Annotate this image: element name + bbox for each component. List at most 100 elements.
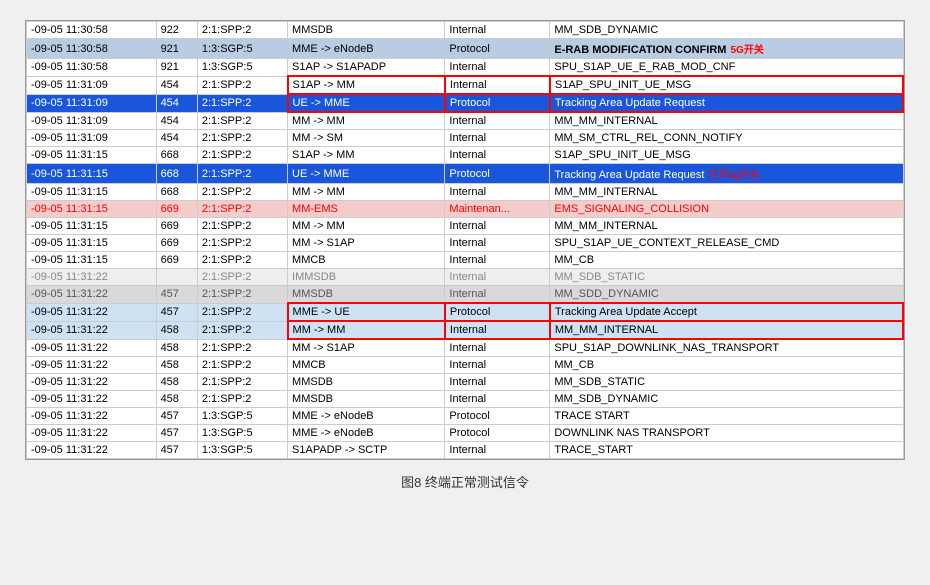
cell-4: Internal [445, 218, 550, 235]
cell-5: TRACE_START [550, 442, 903, 459]
cell-4: Internal [445, 184, 550, 201]
cell-5: MM_CB [550, 357, 903, 374]
table-row[interactable]: -09-05 11:31:094542:1:SPP:2MM -> MMInter… [27, 112, 904, 130]
cell-3: IMMSDB [288, 269, 445, 286]
cell-1: 921 [156, 39, 197, 59]
cell-4: Protocol [445, 303, 550, 321]
cell-5: Tracking Area Update Request打开5g开关 [550, 164, 903, 184]
table-row[interactable]: -09-05 11:31:224572:1:SPP:2MME -> UEProt… [27, 303, 904, 321]
cell-2: 2:1:SPP:2 [197, 184, 287, 201]
table-row[interactable]: -09-05 11:30:589211:3:SGP:5S1AP -> S1APA… [27, 59, 904, 77]
cell-0: -09-05 11:31:22 [27, 408, 157, 425]
cell-1: 921 [156, 59, 197, 77]
cell-1: 457 [156, 425, 197, 442]
cell-5: MM_SDB_DYNAMIC [550, 22, 903, 39]
table-row[interactable]: -09-05 11:31:156692:1:SPP:2MM-EMSMainten… [27, 201, 904, 218]
table-row[interactable]: -09-05 11:31:224582:1:SPP:2MMCBInternalM… [27, 357, 904, 374]
cell-3: MMCB [288, 357, 445, 374]
cell-5: E-RAB MODIFICATION CONFIRM5G开关 [550, 39, 903, 59]
cell-2: 2:1:SPP:2 [197, 286, 287, 304]
cell-1: 669 [156, 235, 197, 252]
cell-2: 1:3:SGP:5 [197, 442, 287, 459]
table-row[interactable]: -09-05 11:31:156682:1:SPP:2S1AP -> MMInt… [27, 147, 904, 164]
cell-3: MMSDB [288, 22, 445, 39]
table-row[interactable]: -09-05 11:31:156692:1:SPP:2MM -> MMInter… [27, 218, 904, 235]
cell-2: 2:1:SPP:2 [197, 357, 287, 374]
cell-1: 668 [156, 184, 197, 201]
cell-3: MM -> S1AP [288, 339, 445, 357]
cell-2: 1:3:SGP:5 [197, 408, 287, 425]
cell-4: Internal [445, 112, 550, 130]
cell-5: MM_MM_INTERNAL [550, 321, 903, 339]
cell-2: 2:1:SPP:2 [197, 94, 287, 112]
table-row[interactable]: -09-05 11:31:224572:1:SPP:2MMSDBInternal… [27, 286, 904, 304]
cell-3: MM -> S1AP [288, 235, 445, 252]
cell-1: 454 [156, 76, 197, 94]
table-row[interactable]: -09-05 11:31:224582:1:SPP:2MM -> S1APInt… [27, 339, 904, 357]
cell-2: 2:1:SPP:2 [197, 391, 287, 408]
table-row[interactable]: -09-05 11:31:094542:1:SPP:2UE -> MMEProt… [27, 94, 904, 112]
cell-3: UE -> MME [288, 94, 445, 112]
table-row[interactable]: -09-05 11:30:589222:1:SPP:2MMSDBInternal… [27, 22, 904, 39]
cell-5: MM_CB [550, 252, 903, 269]
cell-2: 2:1:SPP:2 [197, 147, 287, 164]
cell-5: Tracking Area Update Request [550, 94, 903, 112]
table-row[interactable]: -09-05 11:31:156692:1:SPP:2MM -> S1APInt… [27, 235, 904, 252]
cell-3: S1APADP -> SCTP [288, 442, 445, 459]
cell-0: -09-05 11:30:58 [27, 59, 157, 77]
cell-5: MM_SM_CTRL_REL_CONN_NOTIFY [550, 130, 903, 147]
table-row[interactable]: -09-05 11:31:224571:3:SGP:5MME -> eNodeB… [27, 408, 904, 425]
cell-3: MMSDB [288, 374, 445, 391]
table-row[interactable]: -09-05 11:31:156682:1:SPP:2UE -> MMEProt… [27, 164, 904, 184]
cell-0: -09-05 11:31:15 [27, 252, 157, 269]
cell-4: Internal [445, 374, 550, 391]
cell-5: TRACE START [550, 408, 903, 425]
cell-1: 454 [156, 130, 197, 147]
cell-2: 2:1:SPP:2 [197, 374, 287, 391]
table-row[interactable]: -09-05 11:31:224582:1:SPP:2MM -> MMInter… [27, 321, 904, 339]
cell-2: 2:1:SPP:2 [197, 339, 287, 357]
cell-1: 922 [156, 22, 197, 39]
table-row[interactable]: -09-05 11:31:224582:1:SPP:2MMSDBInternal… [27, 374, 904, 391]
figure-caption: 图8 终端正常测试信令 [401, 472, 529, 491]
cell-3: UE -> MME [288, 164, 445, 184]
cell-4: Internal [445, 76, 550, 94]
cell-0: -09-05 11:31:22 [27, 303, 157, 321]
cell-4: Internal [445, 59, 550, 77]
cell-1: 457 [156, 408, 197, 425]
table-row[interactable]: -09-05 11:31:094542:1:SPP:2S1AP -> MMInt… [27, 76, 904, 94]
table-row[interactable]: -09-05 11:31:224571:3:SGP:5S1APADP -> SC… [27, 442, 904, 459]
table-row[interactable]: -09-05 11:30:589211:3:SGP:5MME -> eNodeB… [27, 39, 904, 59]
cell-1: 669 [156, 252, 197, 269]
cell-1: 669 [156, 201, 197, 218]
table-row[interactable]: -09-05 11:31:224571:3:SGP:5MME -> eNodeB… [27, 425, 904, 442]
cell-5: DOWNLINK NAS TRANSPORT [550, 425, 903, 442]
cell-0: -09-05 11:31:15 [27, 201, 157, 218]
table-row[interactable]: -09-05 11:31:156692:1:SPP:2MMCBInternalM… [27, 252, 904, 269]
cell-2: 2:1:SPP:2 [197, 269, 287, 286]
table-row[interactable]: -09-05 11:31:094542:1:SPP:2MM -> SMInter… [27, 130, 904, 147]
cell-1: 458 [156, 374, 197, 391]
cell-4: Internal [445, 286, 550, 304]
cell-0: -09-05 11:30:58 [27, 39, 157, 59]
cell-5: MM_SDB_DYNAMIC [550, 391, 903, 408]
cell-3: MM-EMS [288, 201, 445, 218]
cell-5: S1AP_SPU_INIT_UE_MSG [550, 76, 903, 94]
cell-4: Internal [445, 130, 550, 147]
cell-2: 2:1:SPP:2 [197, 164, 287, 184]
cell-5: MM_SDD_DYNAMIC [550, 286, 903, 304]
cell-1: 454 [156, 94, 197, 112]
cell-4: Protocol [445, 164, 550, 184]
cell-2: 2:1:SPP:2 [197, 321, 287, 339]
cell-1: 668 [156, 164, 197, 184]
cell-0: -09-05 11:31:15 [27, 218, 157, 235]
table-row[interactable]: -09-05 11:31:156682:1:SPP:2MM -> MMInter… [27, 184, 904, 201]
cell-4: Internal [445, 22, 550, 39]
cell-0: -09-05 11:31:15 [27, 164, 157, 184]
cell-3: S1AP -> MM [288, 76, 445, 94]
cell-0: -09-05 11:31:09 [27, 130, 157, 147]
table-row[interactable]: -09-05 11:31:222:1:SPP:2IMMSDBInternalMM… [27, 269, 904, 286]
cell-0: -09-05 11:31:15 [27, 184, 157, 201]
cell-0: -09-05 11:31:09 [27, 76, 157, 94]
table-row[interactable]: -09-05 11:31:224582:1:SPP:2MMSDBInternal… [27, 391, 904, 408]
